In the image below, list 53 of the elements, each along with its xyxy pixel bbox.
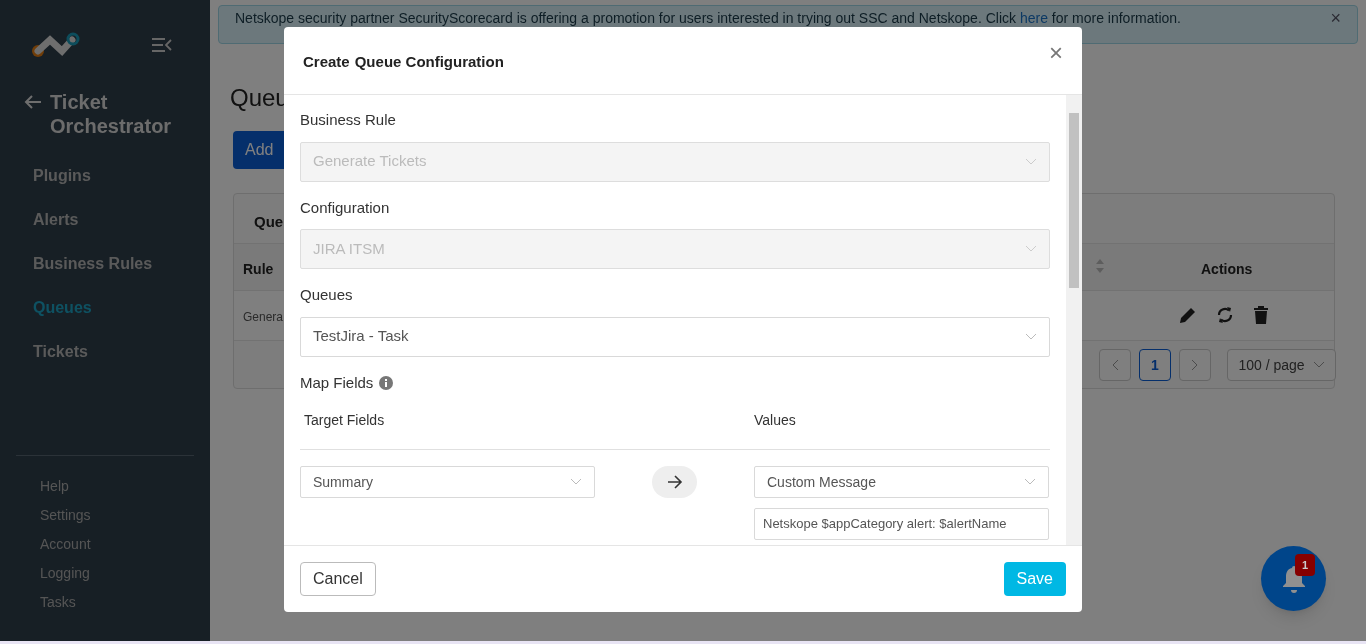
field-label: Configuration (300, 197, 391, 218)
nav-item[interactable]: Queues (33, 286, 194, 330)
section-label: Map Fields (300, 372, 374, 393)
notification-count: 1 (1295, 554, 1315, 576)
chevron-right-icon (1191, 359, 1199, 371)
nav-item[interactable]: Plugins (33, 154, 194, 198)
chevron-down-icon (1025, 245, 1037, 253)
text-field[interactable]: Netskope $appCategory alert: $alertName (754, 508, 1049, 540)
column-header: Values (754, 411, 796, 430)
title-text: Queue Configuration (354, 52, 504, 73)
footer-link[interactable]: Logging (40, 559, 194, 588)
page-button[interactable]: 1 (1139, 349, 1171, 381)
menu-collapse-icon[interactable] (152, 38, 172, 52)
info-icon[interactable] (379, 375, 394, 390)
table-cell-text: Genera (243, 309, 284, 326)
chevron-down-icon (1025, 157, 1037, 166)
field-label: Business Rule (300, 110, 397, 130)
close-button[interactable]: × (1330, 9, 1341, 27)
card-title: Que (254, 212, 284, 232)
footer-link[interactable]: Tasks (40, 588, 194, 617)
field-label: Queues (300, 285, 354, 305)
logo-icon (30, 32, 80, 58)
nav-item[interactable]: Business Rules (33, 242, 194, 286)
nav-item[interactable]: Alerts (33, 198, 194, 242)
column-header: Rule (243, 260, 274, 279)
sync-icon[interactable] (1216, 305, 1234, 325)
banner-message: Netskope security partner SecurityScorecard is offering a promotion for users interested in trying out SSC and Netskope. Click here for more information. (235, 9, 1182, 27)
chevron-left-icon (1111, 359, 1119, 371)
chevron-down-icon (570, 478, 582, 486)
delete-icon[interactable] (1253, 306, 1269, 324)
edit-icon[interactable] (1179, 306, 1197, 324)
save-button[interactable]: Save (1003, 562, 1066, 596)
footer-link[interactable]: Account (40, 530, 194, 559)
chevron-down-icon (1312, 361, 1325, 369)
back-arrow-icon[interactable] (24, 94, 42, 110)
footer-link[interactable]: Settings (40, 501, 194, 530)
cancel-button[interactable]: Cancel (300, 562, 376, 596)
title-prefix: Create (303, 52, 350, 73)
scrollbar[interactable] (1066, 95, 1082, 545)
banner-link[interactable]: here (1019, 10, 1048, 26)
chevron-down-icon (1025, 332, 1037, 341)
column-header: Target Fields (303, 411, 386, 430)
arrow-right-icon (652, 466, 697, 498)
nav-item[interactable]: Tickets (33, 330, 194, 374)
select-field[interactable]: Summary (300, 466, 595, 498)
section-title: Ticket Orchestrator (50, 90, 173, 138)
chevron-down-icon (1024, 478, 1036, 486)
close-button[interactable]: × (1049, 40, 1063, 65)
column-header: Actions (1201, 260, 1253, 279)
select-field[interactable]: Custom Message (754, 466, 1049, 498)
select-field[interactable]: TestJira - Task (300, 316, 1050, 357)
page-size-select[interactable]: 100 / page (1227, 349, 1336, 381)
footer-link[interactable]: Help (40, 472, 194, 501)
